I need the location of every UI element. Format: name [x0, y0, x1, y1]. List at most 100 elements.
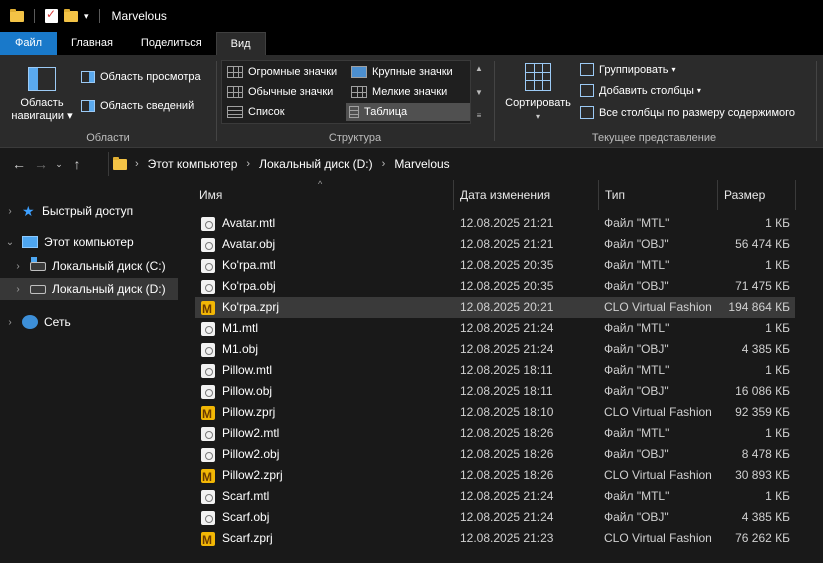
file-type: CLO Virtual Fashion	[604, 405, 712, 419]
tab-share[interactable]: Поделиться	[127, 32, 216, 55]
column-header-type[interactable]: Тип	[599, 180, 718, 210]
file-name: Pillow.obj	[222, 384, 273, 398]
folder-icon[interactable]	[10, 8, 24, 22]
nav-label-disk-c: Локальный диск (C:)	[52, 259, 166, 273]
file-type: Файл "MTL"	[604, 426, 670, 440]
file-name-cell: Scarf.zprj	[195, 528, 273, 551]
file-date: 12.08.2025 18:10	[460, 405, 554, 419]
file-size: 16 086 КБ	[735, 384, 790, 398]
recent-locations-chevron-icon[interactable]: ⌄	[52, 159, 66, 170]
group-label-layout: Структура	[328, 132, 382, 144]
sort-button[interactable]: Сортировать ▾	[500, 63, 576, 123]
file-row[interactable]: Scarf.obj 12.08.2025 21:24 Файл "OBJ" 4 385…	[195, 507, 795, 528]
file-name-cell: Scarf.mtl	[195, 486, 269, 507]
file-name-cell: Scarf.obj	[195, 507, 269, 528]
file-row[interactable]: Ko'rpa.obj 12.08.2025 20:35 Файл "OBJ" 71 4…	[195, 276, 795, 297]
file-row[interactable]: Pillow.zprj 12.08.2025 18:10 CLO Virtual F…	[195, 402, 795, 425]
file-name: Pillow2.obj	[222, 447, 280, 461]
group-panes: Область навигации ▾ Область просмотра Об…	[0, 55, 216, 148]
breadcrumb[interactable]: › Этот компьютер › Локальный диск (D:) ›…	[108, 152, 823, 176]
chevron-right-icon[interactable]: ›	[246, 158, 250, 170]
details-pane-button[interactable]: Область сведений	[81, 100, 194, 112]
breadcrumb-marvelous[interactable]: Marvelous	[394, 157, 449, 171]
tab-file[interactable]: Файл	[0, 32, 58, 55]
address-bar-row: ← → ⌄ ↑ › Этот компьютер › Локальный дис…	[0, 149, 823, 179]
chevron-right-icon[interactable]: ›	[12, 284, 24, 295]
add-columns-icon	[580, 84, 594, 97]
file-type: Файл "OBJ"	[604, 279, 669, 293]
file-size: 1 КБ	[765, 321, 790, 335]
preview-pane-label: Область просмотра	[100, 71, 201, 83]
file-type: Файл "OBJ"	[604, 510, 669, 524]
file-row[interactable]: Pillow.obj 12.08.2025 18:11 Файл "OBJ" 16 0…	[195, 381, 795, 402]
nav-item-this-pc[interactable]: ⌄ Этот компьютер	[0, 231, 178, 253]
back-arrow-icon[interactable]: ←	[8, 156, 30, 172]
divider	[34, 9, 35, 23]
chevron-down-icon[interactable]: ⌄	[4, 237, 16, 248]
file-row[interactable]: Pillow2.mtl 12.08.2025 18:26 Файл "MTL" 1 К…	[195, 423, 795, 444]
file-row[interactable]: Pillow2.zprj 12.08.2025 18:26 CLO Virtual …	[195, 465, 795, 488]
file-row[interactable]: Pillow.mtl 12.08.2025 18:11 Файл "MTL" 1 КБ	[195, 360, 795, 381]
marvelous-project-icon	[201, 467, 215, 488]
file-size: 71 475 КБ	[735, 279, 790, 293]
file-size: 1 КБ	[765, 258, 790, 272]
breadcrumb-this-pc[interactable]: Этот компьютер	[148, 157, 238, 171]
breadcrumb-disk-d[interactable]: Локальный диск (D:)	[259, 157, 373, 171]
nav-item-network[interactable]: › Сеть	[0, 311, 178, 333]
file-row[interactable]: Scarf.zprj 12.08.2025 21:23 CLO Virtual Fa…	[195, 528, 795, 551]
nav-item-disk-c[interactable]: › Локальный диск (C:)	[0, 255, 178, 277]
file-row[interactable]: Avatar.obj 12.08.2025 21:21 Файл "OBJ" 56 4…	[195, 234, 795, 255]
navigation-pane: › ★ Быстрый доступ ⌄ Этот компьютер › Ло…	[0, 180, 180, 563]
column-header-date[interactable]: Дата изменения	[454, 180, 599, 210]
file-name: Scarf.zprj	[222, 531, 273, 545]
file-row[interactable]: Ko'rpa.mtl 12.08.2025 20:35 Файл "MTL" 1 КБ	[195, 255, 795, 276]
customize-toolbar-chevron-icon[interactable]: ▾	[84, 11, 89, 22]
up-arrow-icon[interactable]: ↑	[66, 156, 88, 172]
column-date-label: Дата изменения	[460, 188, 551, 202]
file-icon	[201, 489, 215, 504]
nav-item-disk-d[interactable]: › Локальный диск (D:)	[0, 278, 178, 300]
chevron-right-icon[interactable]: ›	[382, 158, 386, 170]
add-columns-button[interactable]: Добавить столбцы ▾	[580, 84, 701, 97]
preview-pane-button[interactable]: Область просмотра	[81, 71, 201, 83]
file-name-cell: Avatar.mtl	[195, 213, 275, 234]
size-all-columns-button[interactable]: Все столбцы по размеру содержимого	[580, 106, 795, 119]
forward-arrow-icon[interactable]: →	[30, 156, 52, 172]
file-row[interactable]: Avatar.mtl 12.08.2025 21:21 Файл "MTL" 1 КБ	[195, 213, 795, 234]
column-header-size[interactable]: Размер	[718, 180, 796, 210]
chevron-right-icon[interactable]: ›	[135, 158, 139, 170]
file-name: M1.obj	[222, 342, 259, 356]
nav-label-disk-d: Локальный диск (D:)	[52, 282, 166, 296]
star-icon: ★	[22, 202, 35, 219]
tab-home[interactable]: Главная	[57, 32, 127, 55]
file-name: Ko'rpa.mtl	[222, 258, 276, 272]
chevron-right-icon[interactable]: ›	[4, 206, 16, 217]
file-row[interactable]: M1.obj 12.08.2025 21:24 Файл "OBJ" 4 385 КБ	[195, 339, 795, 360]
file-size: 4 385 КБ	[741, 510, 790, 524]
group-by-button[interactable]: Группировать ▾	[580, 63, 676, 76]
group-label-panes: Области	[86, 132, 130, 144]
properties-icon[interactable]	[45, 7, 58, 23]
file-size: 56 474 КБ	[735, 237, 790, 251]
file-row[interactable]: M1.mtl 12.08.2025 21:24 Файл "MTL" 1 КБ	[195, 318, 795, 339]
file-size: 76 262 КБ	[735, 531, 790, 545]
file-date: 12.08.2025 18:11	[460, 384, 553, 398]
file-row[interactable]: Scarf.mtl 12.08.2025 21:24 Файл "MTL" 1 КБ	[195, 486, 795, 507]
folder-icon	[113, 156, 127, 170]
file-type: Файл "MTL"	[604, 321, 670, 335]
details-pane-label: Область сведений	[100, 100, 195, 112]
navigation-pane-button[interactable]: Область навигации ▾	[8, 67, 76, 123]
tab-view[interactable]: Вид	[215, 32, 266, 55]
file-name: Pillow.mtl	[222, 363, 273, 377]
chevron-right-icon[interactable]: ›	[12, 261, 24, 272]
new-folder-icon[interactable]	[64, 8, 78, 22]
file-row[interactable]: Pillow2.obj 12.08.2025 18:26 Файл "OBJ" 8 4…	[195, 444, 795, 465]
chevron-right-icon[interactable]: ›	[4, 317, 16, 328]
file-date: 12.08.2025 21:21	[460, 237, 554, 251]
file-type: Файл "MTL"	[604, 489, 670, 503]
file-size: 30 893 КБ	[735, 468, 790, 482]
file-row[interactable]: Ko'rpa.zprj 12.08.2025 20:21 CLO Virtual F…	[195, 297, 795, 320]
ribbon: Область навигации ▾ Область просмотра Об…	[0, 55, 823, 148]
nav-item-quick-access[interactable]: › ★ Быстрый доступ	[0, 200, 178, 222]
column-header-name[interactable]: Имя	[193, 180, 454, 210]
